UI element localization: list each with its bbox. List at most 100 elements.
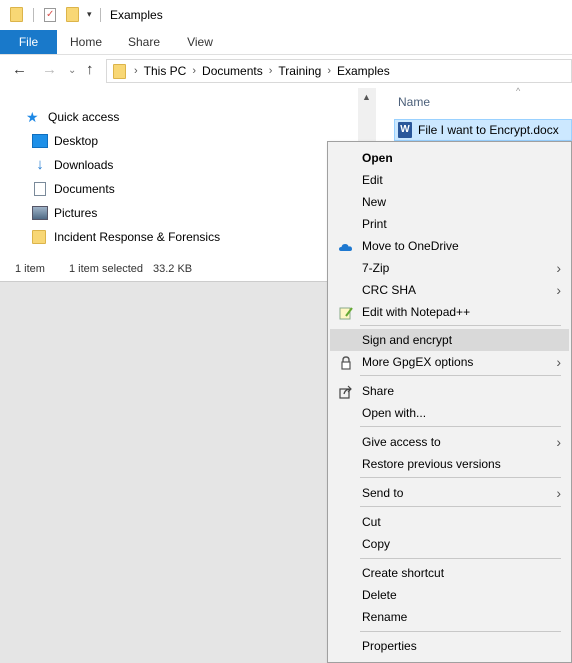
- menu-item-open[interactable]: Open: [330, 147, 569, 169]
- sidebar-item-label: Documents: [54, 182, 115, 196]
- lock-icon: [339, 355, 353, 370]
- up-arrow-icon[interactable]: ↑: [86, 61, 94, 78]
- menu-item-label: 7-Zip: [362, 261, 390, 275]
- menu-item-label: Give access to: [362, 435, 441, 449]
- chevron-right-icon[interactable]: ›: [134, 65, 138, 77]
- menu-item-label: CRC SHA: [362, 283, 417, 297]
- star-icon: ★: [26, 109, 39, 125]
- menu-item-sign-and-encrypt[interactable]: Sign and encrypt: [330, 329, 569, 351]
- sidebar-item-incident-response[interactable]: Incident Response & Forensics: [32, 227, 220, 247]
- menu-item-label: Copy: [362, 537, 391, 551]
- menu-item-cut[interactable]: Cut: [330, 511, 569, 533]
- navigation-bar: ← → ⌄ ↑ › This PC › Documents › Training…: [0, 55, 572, 87]
- menu-item-new[interactable]: New: [330, 191, 569, 213]
- sort-ascending-icon: ^: [516, 86, 521, 96]
- menu-item-label: Rename: [362, 610, 408, 624]
- menu-item-label: Edit with Notepad++: [362, 305, 471, 319]
- menu-item-7-zip[interactable]: 7-Zip ›: [330, 257, 569, 279]
- submenu-chevron-icon: ›: [556, 260, 561, 276]
- menu-item-properties[interactable]: Properties: [330, 635, 569, 657]
- menu-item-print[interactable]: Print: [330, 213, 569, 235]
- status-item-count: 1 item: [15, 263, 45, 275]
- download-arrow-icon: ↓: [36, 156, 44, 173]
- share-icon: [339, 384, 353, 399]
- menu-separator: [360, 375, 561, 376]
- chevron-right-icon[interactable]: ›: [327, 65, 331, 77]
- column-header-name[interactable]: Name: [398, 95, 430, 109]
- menu-item-label: Move to OneDrive: [362, 239, 459, 253]
- tab-view[interactable]: View: [174, 30, 226, 54]
- menu-item-delete[interactable]: Delete: [330, 584, 569, 606]
- menu-item-give-access-to[interactable]: Give access to ›: [330, 431, 569, 453]
- menu-item-crc-sha[interactable]: CRC SHA ›: [330, 279, 569, 301]
- tab-share[interactable]: Share: [118, 30, 170, 54]
- menu-separator: [360, 477, 561, 478]
- submenu-chevron-icon: ›: [556, 354, 561, 370]
- menu-separator: [360, 325, 561, 326]
- notepad-plus-plus-icon: [339, 305, 353, 320]
- menu-item-label: Edit: [362, 173, 383, 187]
- menu-item-open-with[interactable]: Open with...: [330, 402, 569, 424]
- menu-item-send-to[interactable]: Send to ›: [330, 482, 569, 504]
- menu-item-more-gpgex-options[interactable]: More GpgEX options ›: [330, 351, 569, 373]
- divider: [99, 7, 101, 22]
- menu-separator: [360, 558, 561, 559]
- breadcrumb-this-pc[interactable]: This PC: [144, 64, 187, 78]
- menu-item-label: New: [362, 195, 387, 209]
- folder-icon: [32, 230, 46, 244]
- menu-item-create-shortcut[interactable]: Create shortcut: [330, 562, 569, 584]
- sidebar-item-label: Desktop: [54, 134, 99, 148]
- context-menu: Open Edit New Print Move to OneDrive 7-Z…: [327, 141, 572, 663]
- recent-locations-chevron-icon[interactable]: ⌄: [68, 65, 76, 76]
- menu-item-restore-previous-versions[interactable]: Restore previous versions: [330, 453, 569, 475]
- sidebar-item-label: Incident Response & Forensics: [54, 230, 221, 244]
- breadcrumb-training[interactable]: Training: [278, 64, 321, 78]
- chevron-right-icon[interactable]: ›: [192, 65, 196, 77]
- file-item[interactable]: W File I want to Encrypt.docx: [394, 119, 572, 141]
- menu-item-label: Create shortcut: [362, 566, 445, 580]
- properties-icon[interactable]: ✓: [44, 7, 56, 22]
- menu-item-label: Send to: [362, 486, 404, 500]
- new-folder-icon[interactable]: [66, 7, 79, 22]
- sidebar-item-downloads[interactable]: ↓ Downloads: [32, 155, 113, 175]
- address-bar[interactable]: › This PC › Documents › Training › Examp…: [106, 59, 572, 83]
- tab-file[interactable]: File: [0, 30, 57, 54]
- status-size: 33.2 KB: [153, 263, 193, 275]
- menu-item-rename[interactable]: Rename: [330, 606, 569, 628]
- back-arrow-icon[interactable]: ←: [12, 61, 27, 78]
- sidebar-item-desktop[interactable]: Desktop: [32, 131, 98, 151]
- window-title: Examples: [110, 8, 163, 22]
- submenu-chevron-icon: ›: [556, 282, 561, 298]
- word-doc-icon: W: [398, 122, 412, 138]
- menu-item-copy[interactable]: Copy: [330, 533, 569, 555]
- menu-item-label: Sign and encrypt: [362, 333, 453, 347]
- breadcrumb-examples[interactable]: Examples: [337, 64, 390, 78]
- sidebar-item-quick-access[interactable]: ★ Quick access: [26, 107, 119, 127]
- menu-item-share[interactable]: Share: [330, 380, 569, 402]
- quick-access-toolbar: ✓ ▾: [10, 7, 101, 22]
- forward-arrow-icon[interactable]: →: [42, 61, 57, 78]
- desktop-icon: [32, 134, 48, 148]
- breadcrumb-documents[interactable]: Documents: [202, 64, 263, 78]
- folder-icon[interactable]: [10, 7, 23, 22]
- menu-item-label: Properties: [362, 639, 417, 653]
- sidebar-item-label: Pictures: [54, 206, 98, 220]
- navigation-pane: ★ Quick access Desktop ↓ Downloads Docum…: [0, 100, 358, 260]
- menu-item-move-to-onedrive[interactable]: Move to OneDrive: [330, 235, 569, 257]
- customize-toolbar-dropdown-icon[interactable]: ▾: [87, 9, 92, 20]
- menu-separator: [360, 426, 561, 427]
- sidebar-item-documents[interactable]: Documents: [32, 179, 115, 199]
- menu-separator: [360, 506, 561, 507]
- sidebar-item-pictures[interactable]: Pictures: [32, 203, 97, 223]
- menu-item-edit-with-notepad[interactable]: Edit with Notepad++: [330, 301, 569, 323]
- menu-item-label: Delete: [362, 588, 397, 602]
- sidebar-item-label: Quick access: [48, 110, 120, 124]
- chevron-right-icon[interactable]: ›: [269, 65, 273, 77]
- status-selected: 1 item selected: [69, 263, 143, 275]
- menu-item-label: Print: [362, 217, 387, 231]
- menu-item-edit[interactable]: Edit: [330, 169, 569, 191]
- menu-item-label: More GpgEX options: [362, 355, 474, 369]
- scroll-up-arrow-icon[interactable]: ▲: [362, 92, 371, 102]
- tab-home[interactable]: Home: [60, 30, 112, 54]
- menu-item-label: Open: [362, 151, 393, 165]
